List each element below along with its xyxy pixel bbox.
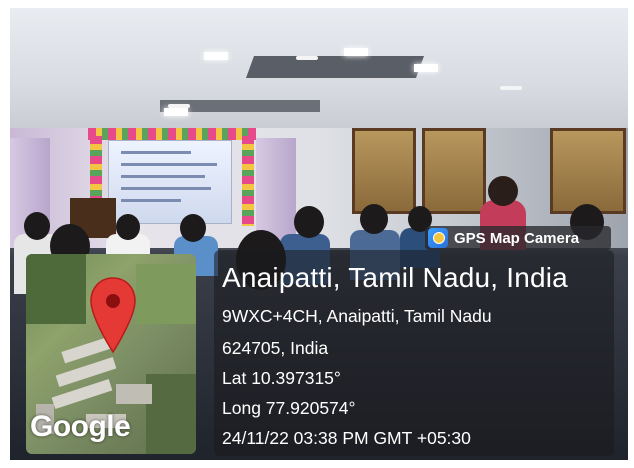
ceiling-light [204,52,228,60]
app-badge-label: GPS Map Camera [454,229,580,247]
window [550,128,626,214]
speaker-head [488,176,518,206]
gps-map-camera-icon [428,228,448,248]
window [352,128,416,214]
google-watermark: Google [30,410,131,443]
ceiling-fan [168,104,190,108]
datetime: 24/11/22 03:38 PM GMT +05:30 [222,428,471,448]
flower-garland [88,128,256,140]
address-line-2: 624705, India [222,338,329,358]
flower-garland [242,136,254,226]
ceiling-fan [296,56,318,60]
ceiling-light [414,64,438,72]
latitude: Lat 10.397315° [222,368,341,388]
projector-screen [108,140,232,224]
audience-member [180,214,206,242]
audience-member [116,214,140,240]
ceiling-beam [245,56,425,78]
audience-member [360,204,388,234]
location-pin-icon [90,277,136,354]
gps-map-camera-badge: GPS Map Camera [425,226,611,250]
window [422,128,486,214]
location-title: Anaipatti, Tamil Nadu, India [222,262,568,293]
audience-member [24,212,50,240]
ceiling-light [344,48,368,56]
audience-member [294,206,324,238]
ceiling-light [164,108,188,116]
ceiling-fan [500,86,522,90]
address-line-1: 9WXC+4CH, Anaipatti, Tamil Nadu [222,306,492,326]
longitude: Long 77.920574° [222,398,356,418]
